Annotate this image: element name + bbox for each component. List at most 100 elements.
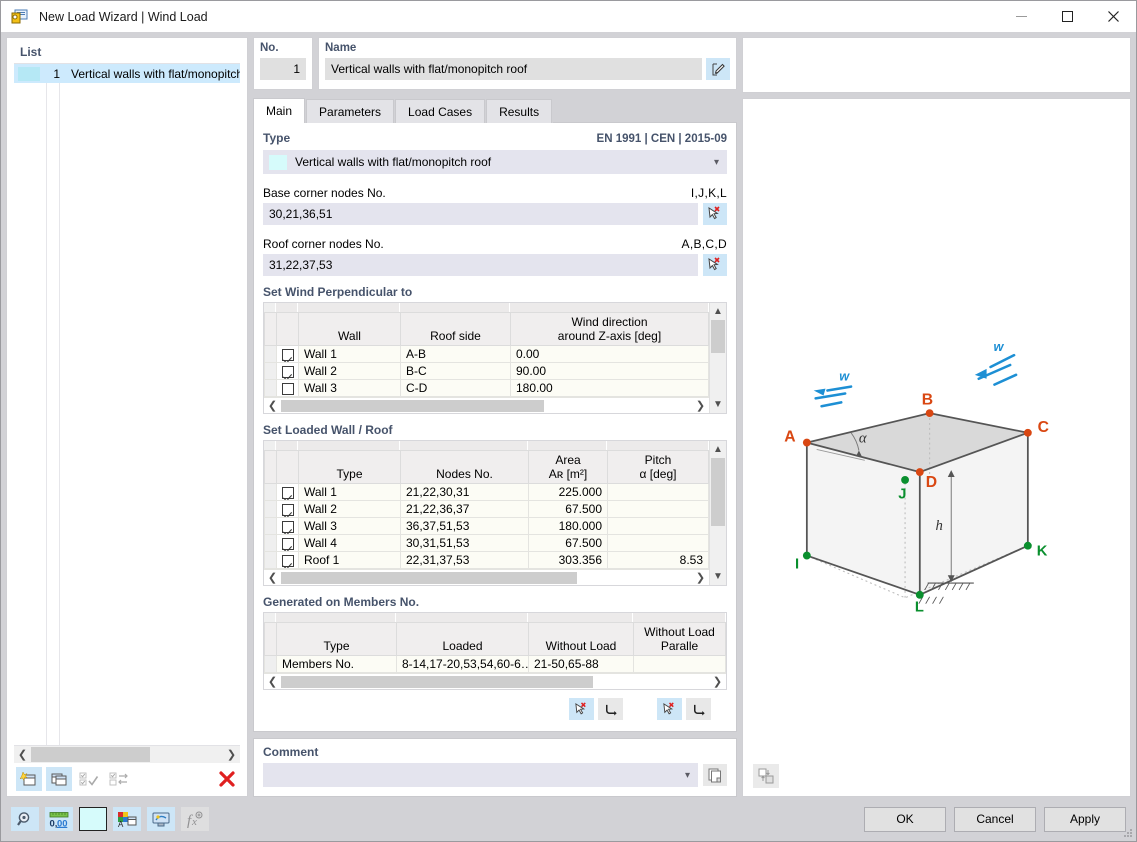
- list-area[interactable]: 1 Vertical walls with flat/monopitch roo…: [14, 63, 240, 745]
- display-settings-icon[interactable]: [147, 807, 175, 831]
- number-input[interactable]: 1: [260, 58, 306, 80]
- chevron-down-icon[interactable]: ▾: [714, 157, 719, 168]
- row-checkbox[interactable]: [277, 518, 299, 535]
- type-dropdown[interactable]: Vertical walls with flat/monopitch roof …: [263, 150, 727, 174]
- wind-perpendicular-table[interactable]: Wall Roof side Wind direction around Z-a…: [264, 303, 709, 413]
- scroll-track[interactable]: [31, 746, 223, 763]
- load-wizard-icon: [10, 8, 30, 26]
- scroll-track[interactable]: [710, 458, 726, 568]
- function-icon[interactable]: f x: [181, 807, 209, 831]
- row-checkbox[interactable]: [277, 363, 299, 380]
- delete-item-button[interactable]: [214, 767, 240, 791]
- loaded-wall-roof-table[interactable]: Type Nodes No. Area Aʀ [m²] Pitch α [deg…: [264, 441, 709, 585]
- magnifier-icon[interactable]: [11, 807, 39, 831]
- list-item-swatch: [18, 67, 40, 81]
- wind-label-left: w: [839, 369, 850, 384]
- window-controls: [998, 1, 1136, 32]
- copy-item-button[interactable]: [46, 767, 72, 791]
- pick-node-icon[interactable]: [569, 698, 594, 720]
- scroll-track[interactable]: [281, 570, 692, 586]
- base-corner-input[interactable]: 30,21,36,51: [263, 203, 698, 225]
- row-checkbox[interactable]: [277, 501, 299, 518]
- cell-nodes: 36,37,51,53: [401, 518, 529, 535]
- copy-pages-icon[interactable]: [703, 764, 727, 786]
- tab-parameters[interactable]: Parameters: [306, 99, 394, 123]
- table-row[interactable]: Wall 3 36,37,51,53 180.000: [265, 518, 709, 535]
- apply-button[interactable]: Apply: [1044, 807, 1126, 832]
- list-panel: List 1 Vertical walls with flat/monopitc…: [6, 37, 248, 797]
- row-checkbox[interactable]: [277, 535, 299, 552]
- table-row[interactable]: Wall 1 A-B 0.00: [265, 346, 709, 363]
- scroll-left-icon[interactable]: ❮: [14, 746, 31, 763]
- name-input[interactable]: Vertical walls with flat/monopitch roof: [325, 58, 702, 80]
- tab-load-cases[interactable]: Load Cases: [395, 99, 485, 123]
- table-group-header-row: [264, 441, 709, 450]
- undo-arrow-icon[interactable]: [686, 698, 711, 720]
- new-item-button[interactable]: [16, 767, 42, 791]
- table-row[interactable]: Members No. 8-14,17-20,53,54,60-6… 21-50…: [265, 656, 726, 673]
- minimize-icon[interactable]: [998, 1, 1044, 32]
- cancel-button[interactable]: Cancel: [954, 807, 1036, 832]
- generated-members-table[interactable]: Type Loaded Without Load Without Load Pa…: [264, 613, 726, 689]
- wind-perpendicular-title: Set Wind Perpendicular to: [263, 285, 727, 299]
- generated-members-table-wrap: Type Loaded Without Load Without Load Pa…: [263, 612, 727, 690]
- table-row[interactable]: Wall 1 21,22,30,31 225.000: [265, 484, 709, 501]
- invert-selection-button[interactable]: [106, 767, 132, 791]
- table-row[interactable]: Wall 2 21,22,36,37 67.500: [265, 501, 709, 518]
- scroll-track[interactable]: [281, 398, 692, 414]
- scroll-right-icon[interactable]: ❯: [223, 746, 240, 763]
- table-row[interactable]: Wall 2 B-C 90.00: [265, 363, 709, 380]
- table-horizontal-scrollbar[interactable]: ❮ ❯: [264, 397, 709, 413]
- scroll-left-icon[interactable]: ❮: [264, 398, 281, 414]
- table-horizontal-scrollbar[interactable]: ❮ ❯: [264, 569, 709, 585]
- table-horizontal-scrollbar[interactable]: ❮ ❯: [264, 673, 726, 689]
- scroll-right-icon[interactable]: ❯: [709, 674, 726, 690]
- scroll-left-icon[interactable]: ❮: [264, 674, 281, 690]
- table-header-row: Type Nodes No. Area Aʀ [m²] Pitch α [deg…: [265, 451, 709, 484]
- edit-pencil-icon[interactable]: [706, 58, 730, 80]
- table-row[interactable]: Wall 4 30,31,51,53 67.500: [265, 535, 709, 552]
- list-horizontal-scrollbar[interactable]: ❮ ❯: [14, 745, 240, 762]
- scroll-down-icon[interactable]: ▼: [710, 396, 726, 413]
- scroll-right-icon[interactable]: ❯: [692, 398, 709, 414]
- color-swatch-icon[interactable]: [79, 807, 107, 831]
- scroll-up-icon[interactable]: ▲: [710, 303, 726, 320]
- row-checkbox[interactable]: [277, 552, 299, 569]
- pick-node-icon[interactable]: [703, 203, 727, 225]
- snap-grid-icon[interactable]: 0, 00: [45, 807, 73, 831]
- row-checkbox[interactable]: [277, 346, 299, 363]
- undo-arrow-icon[interactable]: [598, 698, 623, 720]
- scroll-up-icon[interactable]: ▲: [710, 441, 726, 458]
- pick-node-icon[interactable]: [703, 254, 727, 276]
- render-icon[interactable]: A: [113, 807, 141, 831]
- table-row[interactable]: Roof 1 22,31,37,53 303.356 8.53: [265, 552, 709, 569]
- row-checkbox[interactable]: [277, 380, 299, 397]
- select-all-button[interactable]: [76, 767, 102, 791]
- maximize-icon[interactable]: [1044, 1, 1090, 32]
- comment-input[interactable]: ▾: [263, 763, 698, 787]
- pick-node-icon[interactable]: [657, 698, 682, 720]
- base-corner-labels: Base corner nodes No. I,J,K,L: [263, 186, 727, 200]
- list-item[interactable]: 1 Vertical walls with flat/monopitch roo…: [14, 64, 240, 83]
- scroll-left-icon[interactable]: ❮: [264, 570, 281, 586]
- table-vertical-scrollbar[interactable]: ▲ ▼: [709, 441, 726, 585]
- tab-results[interactable]: Results: [486, 99, 552, 123]
- roof-corner-input[interactable]: 31,22,37,53: [263, 254, 698, 276]
- roof-corner-labels: Roof corner nodes No. A,B,C,D: [263, 237, 727, 251]
- table-vertical-scrollbar[interactable]: ▲ ▼: [709, 303, 726, 413]
- scroll-track[interactable]: [710, 320, 726, 396]
- close-icon[interactable]: [1090, 1, 1136, 32]
- chevron-down-icon[interactable]: ▾: [685, 770, 690, 781]
- ok-button[interactable]: OK: [864, 807, 946, 832]
- tab-main[interactable]: Main: [253, 98, 305, 123]
- cell-nodes: 21,22,30,31: [401, 484, 529, 501]
- scroll-down-icon[interactable]: ▼: [710, 568, 726, 585]
- view-mode-icon[interactable]: [753, 764, 779, 788]
- wind-perpendicular-section: Set Wind Perpendicular to: [263, 285, 727, 414]
- resize-grip[interactable]: [1123, 828, 1133, 838]
- scroll-right-icon[interactable]: ❯: [692, 570, 709, 586]
- row-checkbox[interactable]: [277, 484, 299, 501]
- scroll-track[interactable]: [281, 674, 709, 690]
- table-row[interactable]: Wall 3 C-D 180.00: [265, 380, 709, 397]
- model-view-panel[interactable]: w w A B C: [742, 98, 1131, 797]
